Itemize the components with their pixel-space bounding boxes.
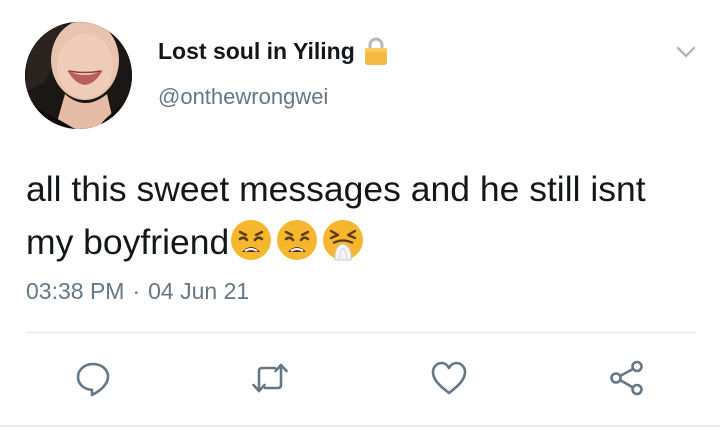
meta-separator: · bbox=[132, 278, 141, 304]
tweet-timestamp: 03:38 PM · 04 Jun 21 bbox=[26, 278, 249, 305]
like-button[interactable] bbox=[429, 358, 469, 398]
action-bar bbox=[0, 358, 720, 398]
avatar-image bbox=[25, 22, 132, 129]
share-icon bbox=[610, 360, 643, 396]
share-button[interactable] bbox=[607, 358, 647, 398]
tweet-time: 03:38 PM bbox=[26, 278, 125, 304]
display-name[interactable]: Lost soul in Yiling bbox=[158, 36, 389, 66]
sneezing-face-emoji bbox=[321, 218, 365, 262]
weary-face-emoji bbox=[229, 218, 273, 262]
reply-button[interactable] bbox=[73, 358, 113, 398]
like-icon bbox=[431, 361, 467, 395]
retweet-icon bbox=[252, 363, 288, 393]
weary-face-emoji bbox=[275, 218, 319, 262]
divider bbox=[26, 332, 696, 333]
user-handle[interactable]: @onthewrongwei bbox=[158, 84, 328, 110]
reply-icon bbox=[76, 362, 110, 397]
tweet-date: 04 Jun 21 bbox=[148, 278, 250, 304]
lock-icon bbox=[363, 36, 389, 66]
chevron-down-icon[interactable] bbox=[674, 40, 698, 64]
bottom-border bbox=[0, 425, 720, 427]
retweet-button[interactable] bbox=[250, 358, 290, 398]
display-name-text[interactable]: Lost soul in Yiling bbox=[158, 38, 355, 65]
avatar[interactable] bbox=[25, 22, 132, 129]
tweet-text: all this sweet messages and he still isn… bbox=[26, 163, 696, 269]
